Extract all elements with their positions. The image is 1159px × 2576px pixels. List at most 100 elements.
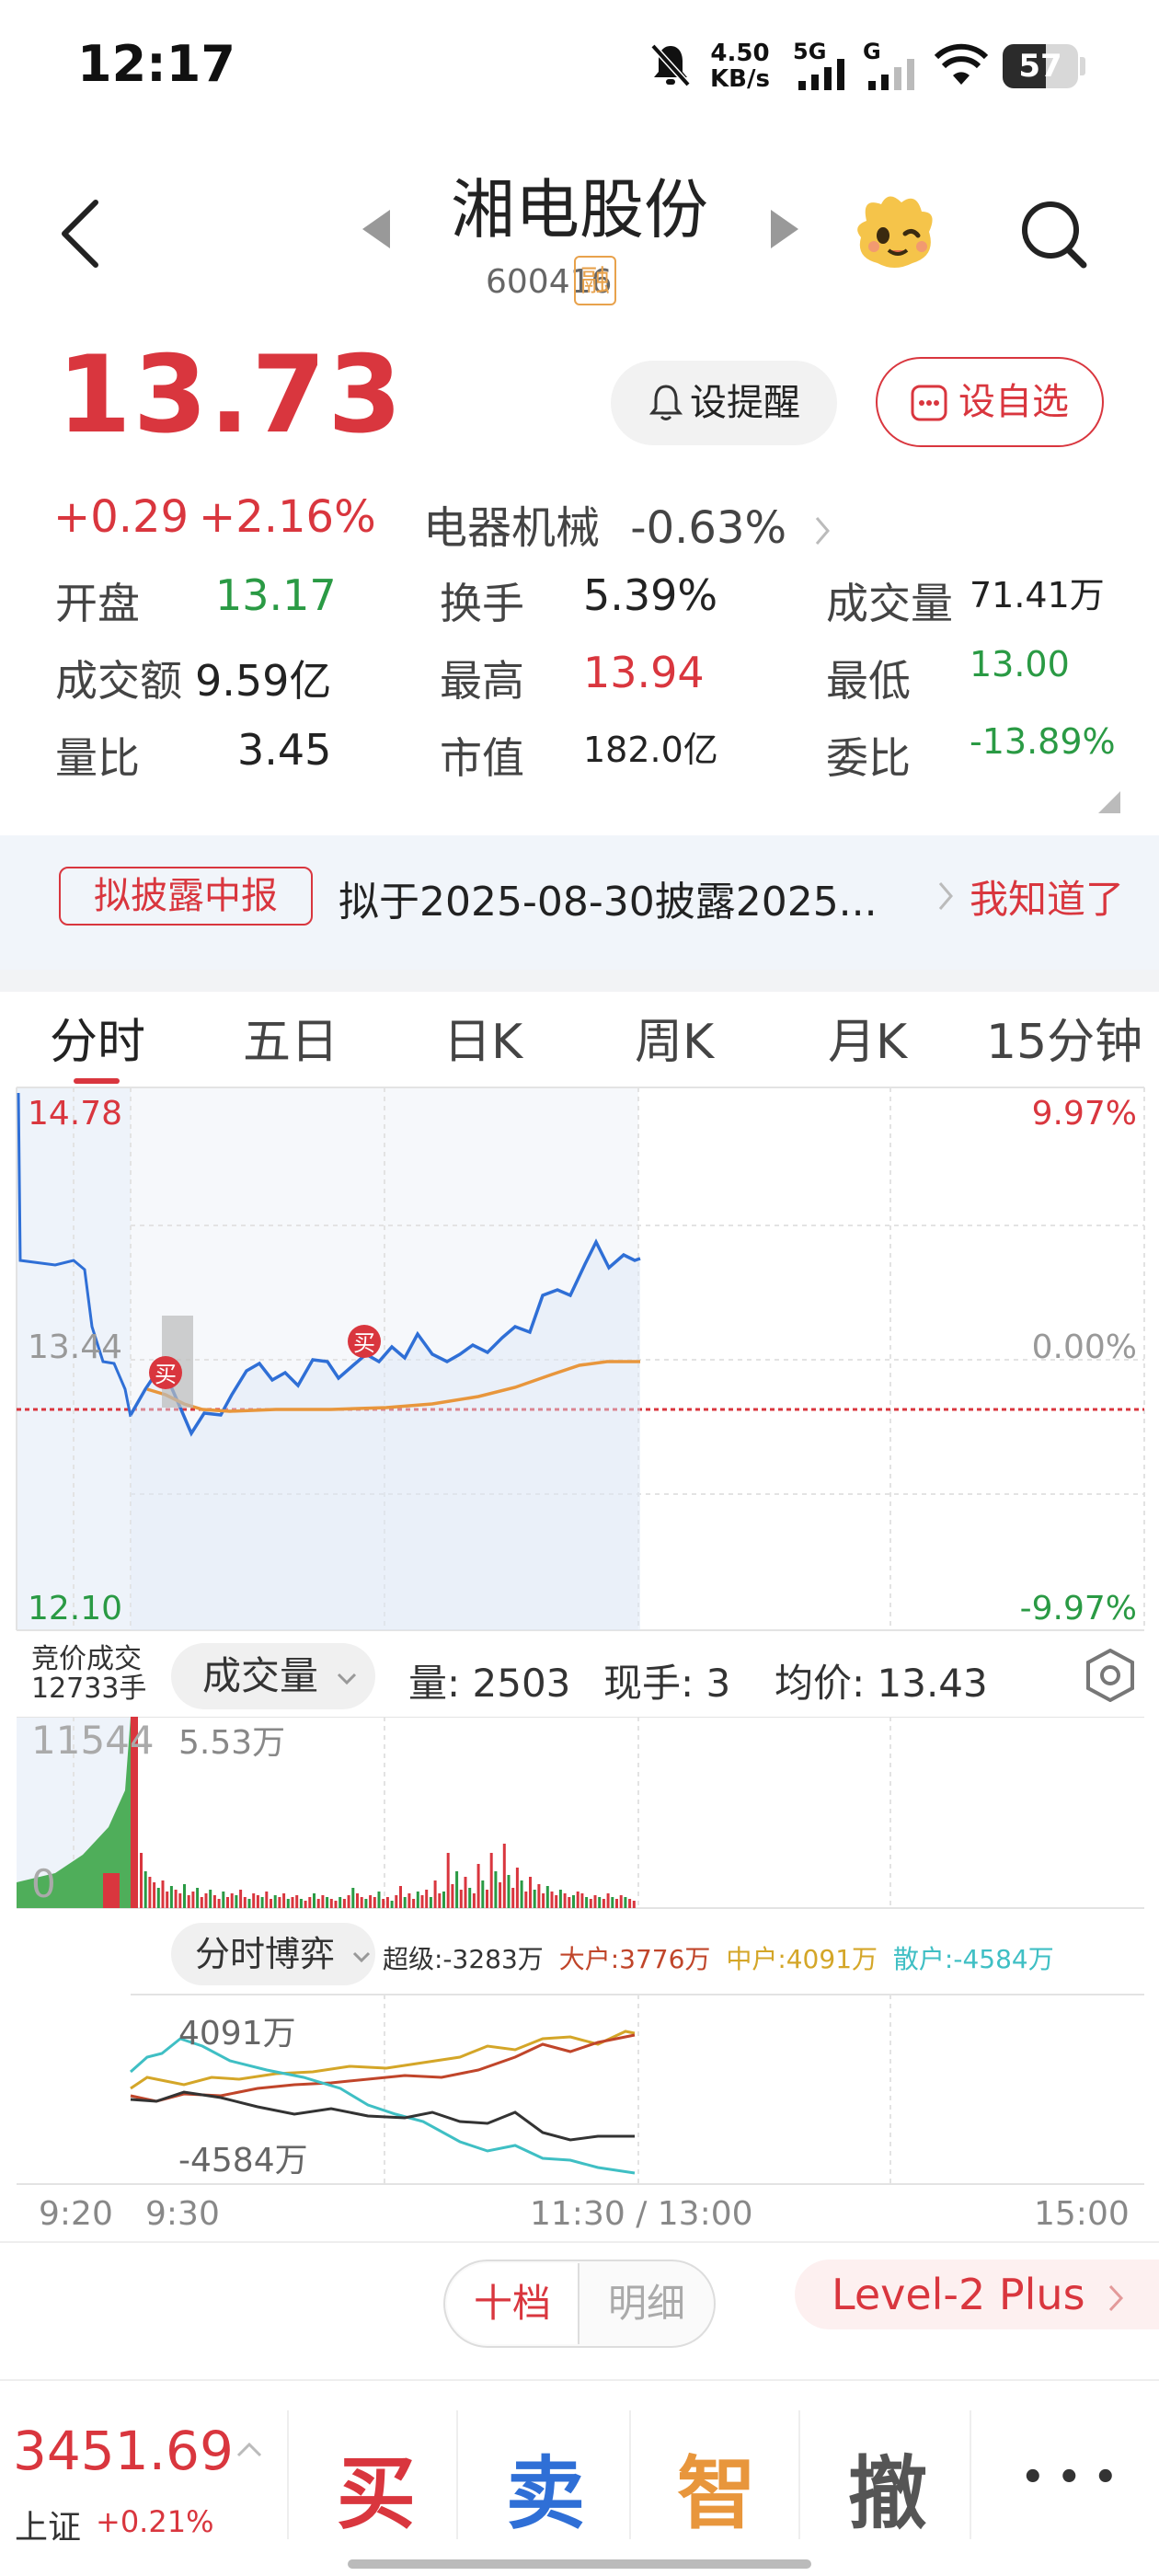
time-label-midday: 11:30 / 13:00 [530, 2195, 753, 2233]
battery-cap [1080, 57, 1085, 75]
volume-bar [235, 1895, 238, 1908]
volume-qty: 量: 2503 [408, 1661, 571, 1706]
volume-bar [247, 1899, 251, 1908]
volume-bar [598, 1897, 602, 1908]
sell-button[interactable]: 卖 [506, 2429, 585, 2544]
notice-text[interactable]: 拟于2025-08-30披露2025... [339, 868, 878, 927]
game-selector[interactable]: 分时博弈 [171, 1923, 375, 1985]
volume-bar [589, 1899, 592, 1908]
auction-label: 竞价成交 [31, 1643, 142, 1675]
buy-button[interactable]: 买 [337, 2429, 416, 2544]
volume-bar [191, 1892, 195, 1908]
sector-link[interactable]: 电器机械 -0.63% [423, 491, 832, 556]
tab-5[interactable]: 月K [828, 1003, 907, 1072]
game-selector-label: 分时博弈 [195, 1934, 336, 1974]
legend-mid: 中户:4091万 [726, 1944, 878, 1974]
volume-bar [416, 1892, 419, 1908]
volume-selector[interactable]: 成交量 [171, 1643, 375, 1709]
settings-icon[interactable] [1085, 1648, 1135, 1706]
chevron-right-icon [1109, 2284, 1124, 2311]
volume-bar [313, 1893, 316, 1908]
stat-value: 9.59亿 [195, 656, 332, 706]
tab-2[interactable]: 五日 [243, 1003, 339, 1072]
tab-3[interactable]: 日K [443, 1003, 522, 1072]
sector-change: -0.63% [630, 502, 787, 554]
network-speed: 4.50 KB/s [710, 40, 770, 92]
more-button[interactable]: • • • [1021, 2456, 1118, 2499]
volume-bar [209, 1890, 212, 1908]
next-stock-button[interactable] [769, 208, 800, 254]
tab-ten-levels[interactable]: 十档 [447, 2263, 580, 2344]
search-icon[interactable] [1017, 197, 1091, 274]
volume-bar [425, 1890, 429, 1908]
volume-y-top: 11544 [31, 1718, 155, 1763]
volume-bar [308, 1897, 312, 1908]
volume-bar [420, 1895, 424, 1908]
volume-bar [572, 1895, 575, 1908]
volume-bar [628, 1899, 632, 1908]
add-watchlist-label: 设自选 [958, 381, 1069, 423]
expand-corner-icon[interactable] [1098, 791, 1120, 817]
chevron-right-icon [936, 880, 955, 916]
stat-value: 13.00 [970, 644, 1070, 684]
volume-y-right: 5.53万 [178, 1724, 285, 1762]
stock-title: 湘电股份 [451, 172, 708, 247]
auction-volume-bar [103, 1873, 120, 1908]
volume-bar [602, 1899, 605, 1908]
volume-bar [360, 1897, 363, 1908]
set-alert-button[interactable]: 设提醒 [611, 361, 837, 445]
wifi-icon [933, 42, 990, 90]
tab-4[interactable]: 周K [635, 1003, 714, 1072]
volume-bar [472, 1893, 476, 1908]
buy-marker[interactable]: 买 [348, 1325, 381, 1358]
stat-value: -13.89% [970, 721, 1116, 762]
volume-bar [619, 1895, 623, 1908]
auction-volume: 竞价成交 12733手 [31, 1645, 146, 1704]
volume-bar [593, 1895, 597, 1908]
separator [970, 2410, 971, 2539]
volume-bar [476, 1864, 480, 1908]
chevron-up-icon[interactable] [235, 2440, 263, 2462]
volume-bar [161, 1880, 165, 1908]
volume-bar [174, 1890, 178, 1908]
stat-value: 182.0亿 [583, 730, 718, 770]
dismiss-notice-button[interactable]: 我知道了 [970, 868, 1124, 925]
cancel-order-button[interactable]: 撤 [848, 2429, 927, 2544]
buy-marker-label: 买 [155, 1362, 177, 1387]
stat-value: 13.94 [583, 648, 705, 697]
volume-bar [356, 1893, 359, 1908]
tab-6[interactable]: 15分钟 [986, 1003, 1142, 1072]
price-change: +0.29 [53, 491, 189, 543]
tab-1[interactable]: 分时 [50, 1003, 145, 1072]
volume-bar [265, 1892, 269, 1908]
volume-bar [140, 1853, 143, 1908]
volume-bar [568, 1897, 571, 1908]
volume-bar [468, 1888, 472, 1908]
separator [798, 2410, 800, 2539]
volume-bar [230, 1893, 234, 1908]
separator [456, 2410, 458, 2539]
margin-badge: 融 [574, 256, 616, 305]
index-value[interactable]: 3451.69 [13, 2420, 234, 2482]
volume-bar [585, 1897, 589, 1908]
mascot-icon[interactable] [848, 184, 944, 283]
volume-bar [169, 1886, 173, 1908]
index-name: 上证 [15, 2509, 82, 2547]
signal-g-icon: G [863, 39, 918, 94]
volume-bar [558, 1890, 562, 1908]
volume-bar [369, 1895, 373, 1908]
volume-bar [494, 1871, 498, 1908]
buy-marker[interactable]: 买 [149, 1356, 182, 1389]
home-indicator[interactable] [348, 2559, 811, 2569]
add-watchlist-button[interactable]: 设自选 [876, 357, 1104, 447]
volume-bar [204, 1893, 208, 1908]
tab-details[interactable]: 明细 [581, 2263, 712, 2344]
level2-plus-button[interactable]: Level-2 Plus [795, 2260, 1159, 2329]
volume-bar [326, 1897, 329, 1908]
volume-bar [156, 1888, 160, 1908]
volume-bar [446, 1853, 450, 1908]
volume-chart: 11544 5.53万 0 [17, 1717, 1144, 1909]
smart-button[interactable]: 智 [677, 2429, 756, 2544]
game-top-label: 4091万 [178, 2015, 296, 2053]
status-time: 12:17 [77, 35, 235, 93]
